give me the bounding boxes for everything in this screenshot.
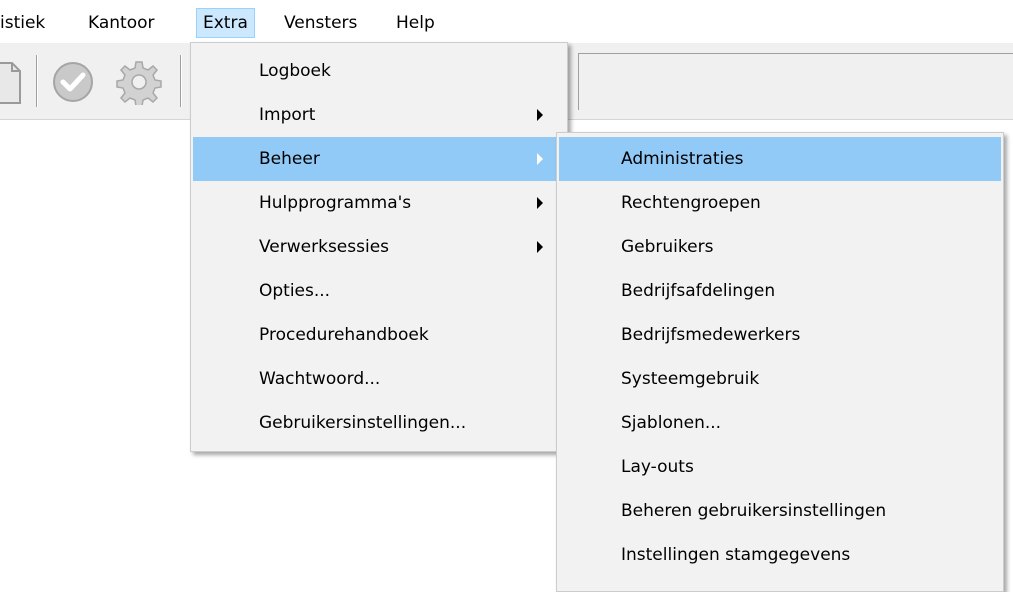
- submenu-arrow-icon: [537, 109, 543, 121]
- submenu-item-systeemgebruik[interactable]: Systeemgebruik: [559, 357, 1001, 401]
- menu-vensters[interactable]: Vensters: [284, 8, 357, 38]
- menu-bar: istiek Kantoor Extra Vensters Help: [0, 0, 1013, 42]
- submenu-item-rechtengroepen[interactable]: Rechtengroepen: [559, 181, 1001, 225]
- toolbar-panel: [578, 53, 1013, 110]
- menu-item-label: Logboek: [259, 61, 331, 81]
- submenu-item-gebruikers[interactable]: Gebruikers: [559, 225, 1001, 269]
- submenu-item-beheren-gebruikersinstellingen[interactable]: Beheren gebruikersinstellingen: [559, 489, 1001, 533]
- submenu-item-sjablonen[interactable]: Sjablonen...: [559, 401, 1001, 445]
- menu-item-beheer[interactable]: Beheer: [193, 137, 567, 181]
- menu-item-logboek[interactable]: Logboek: [193, 49, 565, 93]
- check-circle-icon[interactable]: [52, 61, 94, 108]
- menu-item-label: Lay-outs: [621, 457, 694, 477]
- submenu-item-lay-outs[interactable]: Lay-outs: [559, 445, 1001, 489]
- submenu-item-instellingen-stamgegevens[interactable]: Instellingen stamgegevens: [559, 533, 1001, 577]
- menu-item-label: Administraties: [621, 149, 744, 169]
- menu-item-label: Instellingen stamgegevens: [621, 545, 851, 565]
- submenu-arrow-icon: [537, 197, 543, 209]
- menu-item-label: Opties...: [259, 281, 331, 301]
- menu-item-label: Hulpprogramma's: [259, 193, 412, 213]
- gear-icon[interactable]: [116, 59, 162, 110]
- menu-item-label: Bedrijfsmedewerkers: [621, 325, 801, 345]
- menu-item-label: Verwerksessies: [259, 237, 390, 257]
- menu-help[interactable]: Help: [396, 8, 435, 38]
- extra-menu: Logboek Import Beheer Hulpprogramma's Ve…: [190, 42, 568, 452]
- menu-item-label: Beheren gebruikersinstellingen: [621, 501, 887, 521]
- document-icon[interactable]: [0, 57, 22, 110]
- menu-item-label: Procedurehandboek: [259, 325, 429, 345]
- menu-item-procedurehandboek[interactable]: Procedurehandboek: [193, 313, 565, 357]
- menu-item-label: Sjablonen...: [621, 413, 722, 433]
- menu-item-label: Systeemgebruik: [621, 369, 760, 389]
- toolbar-separator: [180, 55, 181, 107]
- submenu-arrow-icon: [537, 241, 543, 253]
- menu-item-opties[interactable]: Opties...: [193, 269, 565, 313]
- submenu-item-administraties[interactable]: Administraties: [559, 137, 1001, 181]
- menu-kantoor[interactable]: Kantoor: [88, 8, 155, 38]
- menu-item-label: Import: [259, 105, 316, 125]
- menu-item-label: Gebruikers: [621, 237, 714, 257]
- beheer-submenu: Administraties Rechtengroepen Gebruikers…: [556, 132, 1004, 592]
- menu-item-label: Bedrijfsafdelingen: [621, 281, 776, 301]
- submenu-arrow-icon: [537, 153, 543, 165]
- menu-item-label: Wachtwoord...: [259, 369, 381, 389]
- toolbar-separator: [36, 55, 37, 107]
- menu-item-hulpprogrammas[interactable]: Hulpprogramma's: [193, 181, 565, 225]
- menu-item-verwerksessies[interactable]: Verwerksessies: [193, 225, 565, 269]
- menu-item-label: Rechtengroepen: [621, 193, 761, 213]
- menu-item-label: Beheer: [259, 149, 320, 169]
- menu-statistiek[interactable]: istiek: [0, 8, 45, 38]
- menu-item-label: Gebruikersinstellingen...: [259, 413, 467, 433]
- submenu-item-bedrijfsmedewerkers[interactable]: Bedrijfsmedewerkers: [559, 313, 1001, 357]
- menu-extra[interactable]: Extra: [196, 8, 255, 38]
- menu-item-gebruikersinstellingen[interactable]: Gebruikersinstellingen...: [193, 401, 565, 445]
- menu-item-wachtwoord[interactable]: Wachtwoord...: [193, 357, 565, 401]
- submenu-item-bedrijfsafdelingen[interactable]: Bedrijfsafdelingen: [559, 269, 1001, 313]
- menu-item-import[interactable]: Import: [193, 93, 565, 137]
